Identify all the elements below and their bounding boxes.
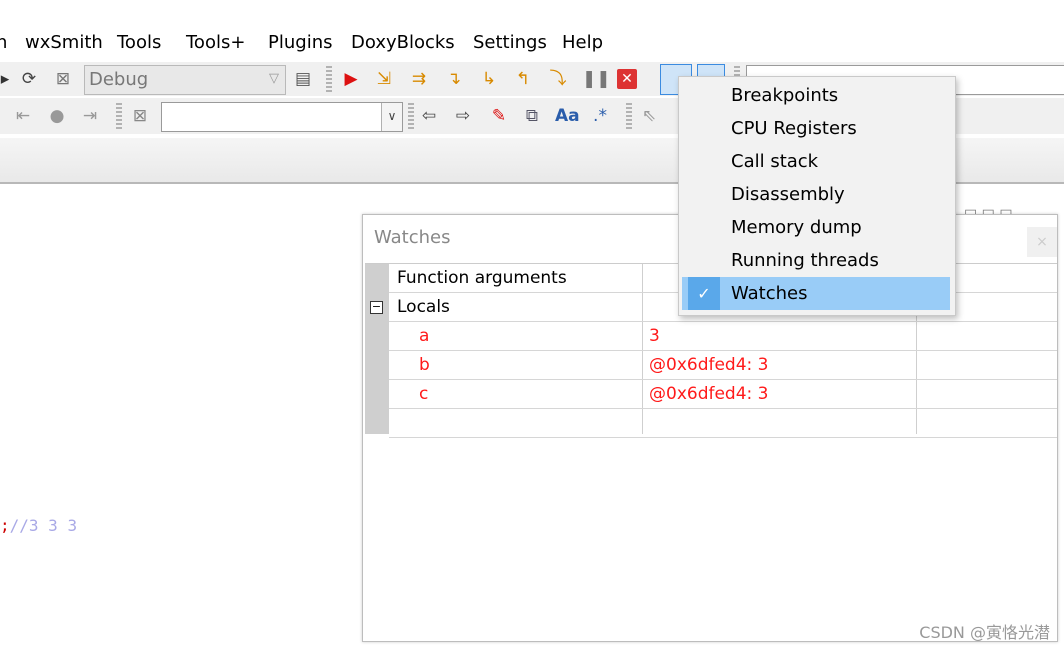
menu-item-breakpoints[interactable]: Breakpoints <box>682 79 950 112</box>
jump-back-icon[interactable]: ⇤ <box>12 104 34 128</box>
table-row-empty[interactable] <box>389 409 1057 438</box>
code-fragment: ; <box>0 516 10 535</box>
highlight-icon[interactable]: ✎ <box>488 104 510 128</box>
chevron-down-icon[interactable]: ∨ <box>381 103 402 131</box>
watch-name: b <box>419 355 430 375</box>
watermark: CSDN @寅恪光潜 <box>919 623 1050 642</box>
match-case-icon[interactable]: Aa <box>555 104 580 128</box>
chevron-down-icon: ▽ <box>269 71 279 86</box>
abort-icon[interactable]: ⊠ <box>52 67 74 91</box>
menu-item-cpu-registers[interactable]: CPU Registers <box>682 112 950 145</box>
menu-item-cut[interactable]: n <box>0 32 7 53</box>
menu-item-watches[interactable]: ✓ Watches <box>682 277 950 310</box>
menu-item-memory-dump[interactable]: Memory dump <box>682 211 950 244</box>
debug-windows-menu: Breakpoints CPU Registers Call stack Dis… <box>678 76 956 316</box>
build-target-value: Debug <box>89 69 149 90</box>
watches-title: Watches <box>374 227 451 248</box>
menu-item-label: Memory dump <box>731 217 862 238</box>
build-target-select[interactable]: Debug ▽ <box>84 65 286 95</box>
menu-item-tools-plus[interactable]: Tools+ <box>186 32 245 53</box>
watch-name: a <box>419 326 430 346</box>
next-line-icon[interactable]: ⇉ <box>408 67 430 91</box>
pause-icon[interactable]: ❚❚ <box>582 67 611 91</box>
menu-item-label: Breakpoints <box>731 85 839 106</box>
menu-item-label: CPU Registers <box>731 118 857 139</box>
debug-continue-icon[interactable]: ▶ <box>340 67 362 91</box>
collapse-icon[interactable]: − <box>370 301 383 314</box>
watch-name: Locals <box>397 297 450 317</box>
menu-item-tools[interactable]: Tools <box>117 32 161 53</box>
menu-item-plugins[interactable]: Plugins <box>268 32 332 53</box>
watch-name: c <box>419 384 429 404</box>
table-row[interactable]: b @0x6dfed4: 3 <box>389 351 1057 380</box>
editor-code-line: ;//3 3 3 <box>0 516 77 535</box>
build-options-icon[interactable]: ▤ <box>292 67 314 91</box>
watch-value: 3 <box>649 326 660 346</box>
menu-item-doxyblocks[interactable]: DoxyBlocks <box>351 32 455 53</box>
watch-value: @0x6dfed4: 3 <box>649 384 769 404</box>
rebuild-icon[interactable]: ⟳ <box>18 67 40 91</box>
table-row[interactable]: a 3 <box>389 322 1057 351</box>
toolbar-grip-5[interactable] <box>626 103 632 129</box>
selected-text-icon[interactable]: ⧉ <box>521 104 543 128</box>
menu-bar: n wxSmith Tools Tools+ Plugins DoxyBlock… <box>0 26 1064 62</box>
step-instruction-icon[interactable]: ⤵ <box>547 67 569 91</box>
search-combo[interactable]: ∨ <box>161 102 403 132</box>
code-comment: //3 3 3 <box>9 516 78 535</box>
menu-item-label: Call stack <box>731 151 819 172</box>
menu-item-label: Watches <box>731 283 808 304</box>
menu-item-wxsmith[interactable]: wxSmith <box>25 32 103 53</box>
checkmark-icon: ✓ <box>688 277 720 310</box>
menu-item-label: Running threads <box>731 250 879 271</box>
menu-item-call-stack[interactable]: Call stack <box>682 145 950 178</box>
close-icon[interactable]: × <box>1027 227 1057 257</box>
menu-item-settings[interactable]: Settings <box>473 32 547 53</box>
run-to-cursor-icon[interactable]: ⇲ <box>373 67 395 91</box>
forward-arrow-icon[interactable]: ⇨ <box>452 104 474 128</box>
run-arrow-icon[interactable]: ▸ <box>0 67 16 91</box>
row-gutter <box>365 264 389 434</box>
watch-name: Function arguments <box>397 268 567 288</box>
regex-icon[interactable]: .* <box>589 104 611 128</box>
table-row[interactable]: c @0x6dfed4: 3 <box>389 380 1057 409</box>
back-arrow-icon[interactable]: ⇦ <box>418 104 440 128</box>
toolbar-grip-3[interactable] <box>116 103 122 129</box>
menu-item-disassembly[interactable]: Disassembly <box>682 178 950 211</box>
menu-item-help[interactable]: Help <box>562 32 603 53</box>
stop-debugger-icon[interactable]: ✕ <box>617 69 637 89</box>
watch-value: @0x6dfed4: 3 <box>649 355 769 375</box>
jump-forward-icon[interactable]: ⇥ <box>79 104 101 128</box>
menu-item-label: Disassembly <box>731 184 845 205</box>
menu-item-running-threads[interactable]: Running threads <box>682 244 950 277</box>
cursor-icon[interactable]: ⇖ <box>638 104 660 128</box>
toolbar-grip[interactable] <box>326 66 332 92</box>
step-out-icon[interactable]: ↰ <box>512 67 534 91</box>
bookmark-dot-icon[interactable]: ● <box>46 104 68 128</box>
step-into-icon[interactable]: ↳ <box>478 67 500 91</box>
clear-icon[interactable]: ⊠ <box>129 104 151 128</box>
next-instruction-icon[interactable]: ↴ <box>443 67 465 91</box>
toolbar-grip-4[interactable] <box>408 103 414 129</box>
